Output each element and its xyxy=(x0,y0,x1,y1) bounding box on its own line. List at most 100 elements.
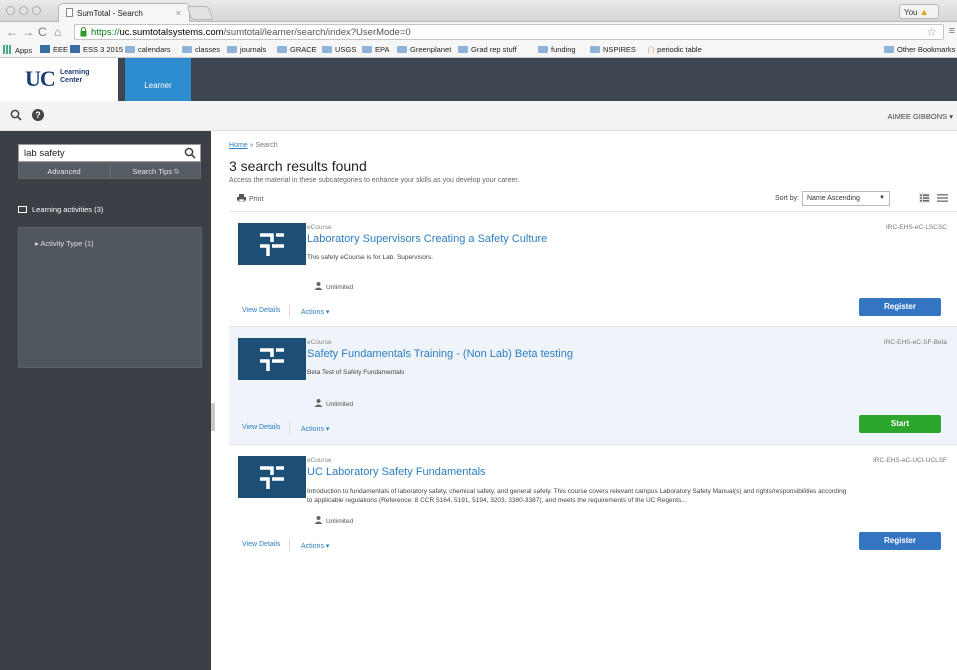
breadcrumb-home[interactable]: Home xyxy=(229,142,248,149)
apps-icon xyxy=(3,45,12,54)
list-view-icon[interactable] xyxy=(919,193,930,203)
view-details-link[interactable]: View Details xyxy=(242,424,280,431)
course-logo-icon xyxy=(260,348,284,371)
bookmark-apps[interactable]: Apps xyxy=(3,45,32,55)
menu-icon[interactable]: ≡ xyxy=(949,25,955,37)
start-button[interactable]: Start xyxy=(859,415,941,433)
bookmark-usgs[interactable]: USGS xyxy=(322,45,356,54)
sort-dropdown[interactable]: Name Ascending ▼ xyxy=(802,191,890,206)
page-subtitle: Access the material in these subcategori… xyxy=(229,177,520,184)
actions-dropdown[interactable]: Actions ▾ xyxy=(301,308,329,316)
filter-activity-type[interactable]: ▸ Activity Type (1) xyxy=(35,239,94,248)
monitor-icon xyxy=(18,206,27,213)
reload-icon[interactable]: C xyxy=(38,25,47,39)
logo-uc: UC xyxy=(25,66,56,91)
result-title-link[interactable]: UC Laboratory Safety Fundamentals xyxy=(307,466,486,478)
bookmark-other[interactable]: Other Bookmarks xyxy=(884,45,955,54)
grid-view-icon[interactable] xyxy=(937,193,948,203)
url-text: https://uc.sumtotalsystems.com/sumtotal/… xyxy=(91,27,411,38)
new-tab-button[interactable] xyxy=(186,6,214,20)
course-logo-icon xyxy=(260,233,284,256)
tab-learner[interactable]: Learner xyxy=(125,58,191,101)
printer-icon xyxy=(237,194,246,203)
course-thumbnail[interactable] xyxy=(238,456,306,498)
folder-icon xyxy=(397,46,407,53)
divider xyxy=(289,538,290,552)
result-description: Beta Test of Safety Fundamentals xyxy=(307,369,405,376)
bookmark-greenplanet[interactable]: Greenplanet xyxy=(397,45,451,54)
help-icon[interactable]: ? xyxy=(32,109,44,121)
forward-icon[interactable]: → xyxy=(22,25,34,39)
folder-icon xyxy=(227,46,237,53)
result-type: eCourse xyxy=(307,224,332,231)
folder-icon xyxy=(884,46,894,53)
learning-activities-header[interactable]: Learning activities (3) xyxy=(18,205,103,214)
url-scheme: https:// xyxy=(91,27,120,38)
search-input[interactable]: lab safety xyxy=(18,144,201,162)
bookmark-ess[interactable]: ESS 3 2015 xyxy=(70,45,123,54)
register-button[interactable]: Register xyxy=(859,298,941,316)
app-header: UC Learning Center Learner xyxy=(0,58,957,101)
folder-icon xyxy=(458,46,468,53)
breadcrumb-current: Search xyxy=(255,142,278,149)
bookmark-star-icon[interactable]: ☆ xyxy=(926,25,937,39)
folder-icon xyxy=(362,46,372,53)
person-icon xyxy=(314,282,323,290)
logo[interactable]: UC Learning Center xyxy=(0,58,118,101)
site-icon xyxy=(70,45,80,53)
browser-tab-bar: SumTotal - Search × You ▲ xyxy=(0,0,957,22)
address-bar[interactable]: https://uc.sumtotalsystems.com/sumtotal/… xyxy=(74,24,944,40)
url-path: /sumtotal/learner/search/index?UserMode=… xyxy=(223,27,411,38)
search-tips-button[interactable]: Search Tips ⍉ xyxy=(110,162,201,179)
result-type: eCourse xyxy=(307,457,332,464)
bookmark-epa[interactable]: EPA xyxy=(362,45,389,54)
chevron-down-icon: ▼ xyxy=(879,195,885,201)
bookmark-grace[interactable]: GRACE xyxy=(277,45,317,54)
window-minimize-dot[interactable] xyxy=(19,6,28,15)
back-icon[interactable]: ← xyxy=(6,25,18,39)
profile-button[interactable]: You ▲ xyxy=(899,4,939,19)
bookmark-grad-rep[interactable]: Grad rep stuff xyxy=(458,45,517,54)
folder-icon xyxy=(322,46,332,53)
browser-toolbar: ← → C ⌂ https://uc.sumtotalsystems.com/s… xyxy=(0,22,957,42)
sidebar-resize-handle[interactable] xyxy=(211,403,215,431)
close-tab-icon[interactable]: × xyxy=(176,8,181,18)
actions-dropdown[interactable]: Actions ▾ xyxy=(301,425,329,433)
window-zoom-dot[interactable] xyxy=(32,6,41,15)
bookmark-calendars[interactable]: calendars xyxy=(125,45,171,54)
search-icon[interactable] xyxy=(10,109,22,121)
profile-label: You xyxy=(904,8,918,17)
course-thumbnail[interactable] xyxy=(238,223,306,265)
bookmark-eee[interactable]: EEE xyxy=(40,45,68,54)
warning-icon: ▲ xyxy=(919,7,929,17)
result-description: Introduction to fundamentals of laborato… xyxy=(307,488,847,504)
periodic-table-icon: ⋂ xyxy=(648,45,655,54)
result-code: IRC-EHS-eC-LSCSC xyxy=(885,224,947,231)
advanced-search-button[interactable]: Advanced xyxy=(18,162,110,179)
sidebar: lab safety Advanced Search Tips ⍉ Learni… xyxy=(0,131,211,670)
register-button[interactable]: Register xyxy=(859,532,941,550)
browser-tab[interactable]: SumTotal - Search × xyxy=(58,3,190,22)
bookmark-journals[interactable]: journals xyxy=(227,45,266,54)
person-icon xyxy=(314,399,323,407)
bookmark-classes[interactable]: classes xyxy=(182,45,220,54)
view-details-link[interactable]: View Details xyxy=(242,307,280,314)
result-limit: Unlimited xyxy=(314,282,353,291)
result-item: eCourse Safety Fundamentals Training - (… xyxy=(229,326,957,444)
view-details-link[interactable]: View Details xyxy=(242,541,280,548)
search-icon[interactable] xyxy=(184,147,196,159)
bookmark-funding[interactable]: funding xyxy=(538,45,576,54)
result-item: eCourse Laboratory Supervisors Creating … xyxy=(229,211,957,326)
sort-label: Sort by: xyxy=(775,195,800,202)
result-title-link[interactable]: Laboratory Supervisors Creating a Safety… xyxy=(307,233,547,245)
actions-dropdown[interactable]: Actions ▾ xyxy=(301,542,329,550)
window-close-dot[interactable] xyxy=(6,6,15,15)
bookmark-nspires[interactable]: NSPIRES xyxy=(590,45,636,54)
course-thumbnail[interactable] xyxy=(238,338,306,380)
result-title-link[interactable]: Safety Fundamentals Training - (Non Lab)… xyxy=(307,348,573,360)
bookmark-periodic-table[interactable]: ⋂ periodic table xyxy=(648,45,702,54)
home-icon[interactable]: ⌂ xyxy=(54,25,61,39)
user-menu[interactable]: AIMEE GIBBONS ▾ xyxy=(888,112,953,121)
print-button[interactable]: Print xyxy=(237,194,263,203)
search-options: Advanced Search Tips ⍉ xyxy=(18,162,201,179)
